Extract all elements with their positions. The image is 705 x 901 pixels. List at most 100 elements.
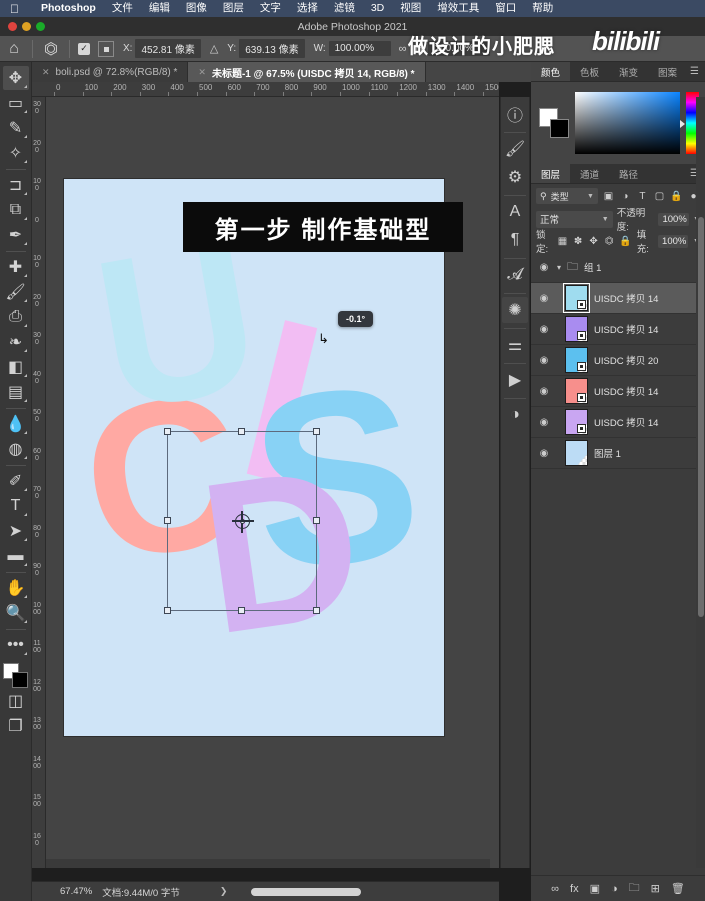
edit-toolbar-button[interactable]: •••: [3, 633, 29, 657]
handle-top-left[interactable]: [164, 428, 171, 435]
menu-layer[interactable]: 图层: [215, 0, 252, 17]
apple-logo-icon[interactable]: : [10, 3, 19, 15]
link-icon[interactable]: ∞: [399, 43, 407, 55]
eyedropper-tool[interactable]: ✒: [3, 223, 29, 247]
blend-mode-select[interactable]: 正常 ▼: [536, 210, 613, 228]
properties-panel-icon[interactable]: ◑: [502, 402, 528, 428]
transform-bounding-box[interactable]: [164, 428, 320, 614]
layer-thumbnail[interactable]: [565, 316, 588, 342]
layer-style-fx-icon[interactable]: fx: [570, 883, 579, 895]
color-picker-body[interactable]: [531, 82, 705, 164]
libraries-panel-icon[interactable]: ✺: [502, 297, 528, 323]
layer-row[interactable]: ◉ UISDC 拷贝 14: [531, 376, 705, 407]
add-mask-icon[interactable]: ▣: [590, 882, 600, 895]
eye-icon[interactable]: ◉: [537, 448, 551, 459]
handle-bottom-center[interactable]: [238, 607, 245, 614]
layer-row[interactable]: ◉ UISDC 拷贝 20: [531, 345, 705, 376]
tab-boli-psd[interactable]: ✕ boli.psd @ 72.8%(RGB/8) *: [32, 62, 189, 82]
type-filter-icon[interactable]: T: [636, 191, 649, 202]
magic-wand-tool[interactable]: ✧: [3, 141, 29, 165]
menu-window[interactable]: 窗口: [487, 0, 524, 17]
glyphs-panel-icon[interactable]: 𝓐: [502, 262, 528, 288]
eye-icon[interactable]: ◉: [537, 293, 551, 304]
background-color-swatch[interactable]: [11, 672, 28, 688]
path-selection-tool[interactable]: ➤: [3, 519, 29, 543]
tab-swatches[interactable]: 色板: [570, 62, 609, 81]
zoom-level[interactable]: 67.47%: [32, 886, 102, 897]
layer-mask-badge[interactable]: [577, 362, 586, 371]
eraser-tool[interactable]: ◧: [3, 355, 29, 379]
delete-layer-icon[interactable]: 🗑: [671, 882, 685, 895]
actions-panel-icon[interactable]: ▶: [502, 367, 528, 393]
handle-bottom-left[interactable]: [164, 607, 171, 614]
shape-tool[interactable]: ▬: [3, 544, 29, 568]
brush-panel-icon[interactable]: 🖌: [502, 136, 528, 162]
eye-icon[interactable]: ◉: [537, 324, 551, 335]
pixel-filter-icon[interactable]: ▣: [602, 191, 615, 202]
handle-top-right[interactable]: [313, 428, 320, 435]
layer-thumbnail[interactable]: [565, 409, 588, 435]
eye-icon[interactable]: ◉: [537, 262, 551, 273]
artboard[interactable]: C I S D U: [63, 178, 445, 737]
menu-view[interactable]: 视图: [392, 0, 429, 17]
reference-point-selector[interactable]: [98, 40, 114, 57]
new-layer-icon[interactable]: ⊞: [651, 882, 660, 895]
canvas-area[interactable]: C I S D U 第一步 制作基础型 -0.1° ↳: [46, 97, 499, 868]
lock-transparency-icon[interactable]: ▦: [557, 236, 568, 247]
opacity-input[interactable]: 100%: [658, 212, 690, 226]
handle-bottom-right[interactable]: [313, 607, 320, 614]
gradient-tool[interactable]: ▤: [3, 380, 29, 404]
new-group-icon[interactable]: 🗀: [629, 879, 640, 898]
hue-marker[interactable]: [680, 120, 685, 128]
link-layers-icon[interactable]: ∞: [551, 883, 559, 895]
eye-icon[interactable]: ◉: [537, 386, 551, 397]
brush-tool[interactable]: 🖌: [3, 280, 29, 304]
canvas-horizontal-scrollbar[interactable]: [46, 859, 490, 868]
adjustment-layer-icon[interactable]: ◑: [611, 883, 618, 895]
layer-mask-badge[interactable]: [577, 300, 586, 309]
paragraph-panel-icon[interactable]: ¶: [502, 227, 528, 253]
color-field[interactable]: [575, 92, 680, 154]
eye-icon[interactable]: ◉: [537, 355, 551, 366]
status-scroll-track[interactable]: [251, 887, 362, 896]
eye-icon[interactable]: ◉: [537, 417, 551, 428]
background-color-swatch[interactable]: [550, 119, 569, 138]
crop-tool[interactable]: ⊐: [3, 173, 29, 197]
layer-row[interactable]: ◉ 图层 1: [531, 438, 705, 469]
layer-mask-badge[interactable]: [577, 393, 586, 402]
handle-middle-right[interactable]: [313, 517, 320, 524]
close-icon[interactable]: ✕: [198, 67, 206, 78]
color-swatches[interactable]: [2, 663, 29, 689]
panel-menu-icon[interactable]: ☰: [690, 67, 699, 77]
filter-type-select[interactable]: ⚲ 类型 ▼: [536, 188, 598, 204]
layer-row[interactable]: ◉ UISDC 拷贝 14: [531, 407, 705, 438]
home-icon[interactable]: ⌂: [0, 36, 28, 62]
menu-plugins[interactable]: 增效工具: [429, 0, 487, 17]
tab-patterns[interactable]: 图案: [648, 62, 687, 81]
tab-layers[interactable]: 图层: [531, 164, 571, 183]
quick-mask-icon[interactable]: ◫: [3, 689, 29, 713]
type-tool[interactable]: T: [3, 494, 29, 518]
move-tool[interactable]: ✥: [2, 66, 29, 90]
chevron-down-icon[interactable]: ▾: [557, 263, 561, 272]
tab-channels[interactable]: 通道: [570, 164, 609, 183]
screen-mode-icon[interactable]: ❐: [3, 714, 29, 738]
layer-mask-badge[interactable]: [577, 331, 586, 340]
menu-file[interactable]: 文件: [104, 0, 141, 17]
layer-thumbnail[interactable]: [565, 347, 588, 373]
canvas-vertical-scrollbar[interactable]: [696, 97, 705, 868]
menu-3d[interactable]: 3D: [363, 0, 392, 17]
handle-top-center[interactable]: [238, 428, 245, 435]
marquee-tool[interactable]: ▭: [3, 91, 29, 115]
dodge-tool[interactable]: ◍: [3, 437, 29, 461]
color-swatch-pair[interactable]: [539, 108, 569, 138]
pen-tool[interactable]: ✐: [3, 469, 29, 493]
menu-edit[interactable]: 编辑: [141, 0, 178, 17]
menu-type[interactable]: 文字: [252, 0, 289, 17]
lock-image-icon[interactable]: ✽: [573, 236, 584, 247]
lock-artboard-icon[interactable]: ⏣: [604, 236, 615, 247]
fill-input[interactable]: 100%: [658, 234, 689, 248]
layer-row[interactable]: ◉ ▾ 🗀 组 1: [531, 252, 705, 283]
layer-mask-badge[interactable]: [577, 424, 586, 433]
smart-object-filter-icon[interactable]: 🔒: [670, 191, 683, 202]
